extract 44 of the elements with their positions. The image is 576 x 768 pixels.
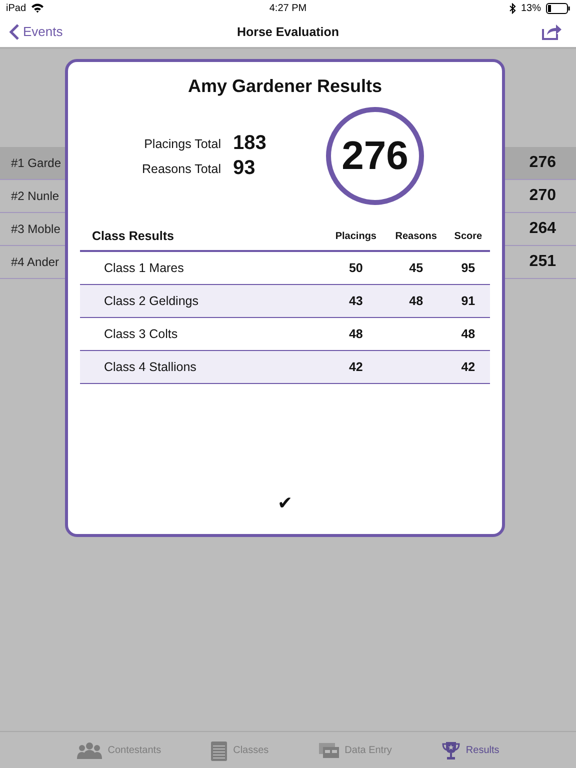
total-label: Placings Total (143, 136, 221, 150)
total-label: Reasons Total (142, 162, 221, 176)
contestant-name: #2 Nunle (11, 189, 60, 203)
class-name-cell: Class 2 Geldings (80, 284, 326, 318)
share-icon[interactable] (542, 23, 562, 40)
confirm-button[interactable]: ✔ (267, 489, 303, 518)
dialog-title: Amy Gardener Results (188, 76, 382, 97)
class-name-cell: Class 4 Stallions (80, 350, 326, 384)
tab[interactable]: Results (442, 740, 500, 760)
contestant-score: 251 (529, 253, 556, 271)
people-icon (76, 742, 102, 758)
battery-percent: 13% (520, 2, 541, 14)
score-cell: 48 (386, 284, 446, 318)
contestant-name: #3 Moble (11, 222, 60, 236)
device-name: iPad (6, 2, 26, 14)
score-cell: 91 (446, 284, 490, 318)
tab[interactable]: Contestants (76, 742, 162, 758)
column-header: Score (446, 219, 490, 251)
back-button[interactable]: Events (9, 22, 63, 40)
contestant-score: 270 (529, 187, 556, 205)
score-cell: 42 (326, 350, 386, 384)
column-header: Reasons (386, 219, 446, 251)
column-header: Placings (326, 219, 386, 251)
wifi-icon (31, 3, 44, 13)
bluetooth-icon (508, 2, 516, 14)
column-header: Class Results (80, 219, 326, 251)
tab[interactable]: Classes (211, 740, 269, 760)
nav-title: Horse Evaluation (236, 24, 340, 38)
contestant-score: 276 (529, 154, 556, 172)
cards-icon (318, 742, 339, 758)
trophy-icon (442, 740, 460, 760)
tab[interactable]: Data Entry (318, 742, 392, 758)
score-cell: 42 (446, 350, 490, 384)
score-cell: 43 (326, 284, 386, 318)
chevron-left-icon (9, 22, 20, 40)
total-value: 93 (233, 157, 256, 180)
contestant-name: #4 Ander (11, 255, 60, 269)
status-time: 4:27 PM (269, 2, 307, 14)
contestant-score: 264 (529, 220, 556, 238)
battery-icon (546, 2, 570, 14)
total-score: 276 (342, 134, 408, 178)
notepad-icon (211, 740, 228, 760)
total-value: 183 (233, 132, 266, 155)
contestant-name: #1 Garde (11, 156, 62, 170)
